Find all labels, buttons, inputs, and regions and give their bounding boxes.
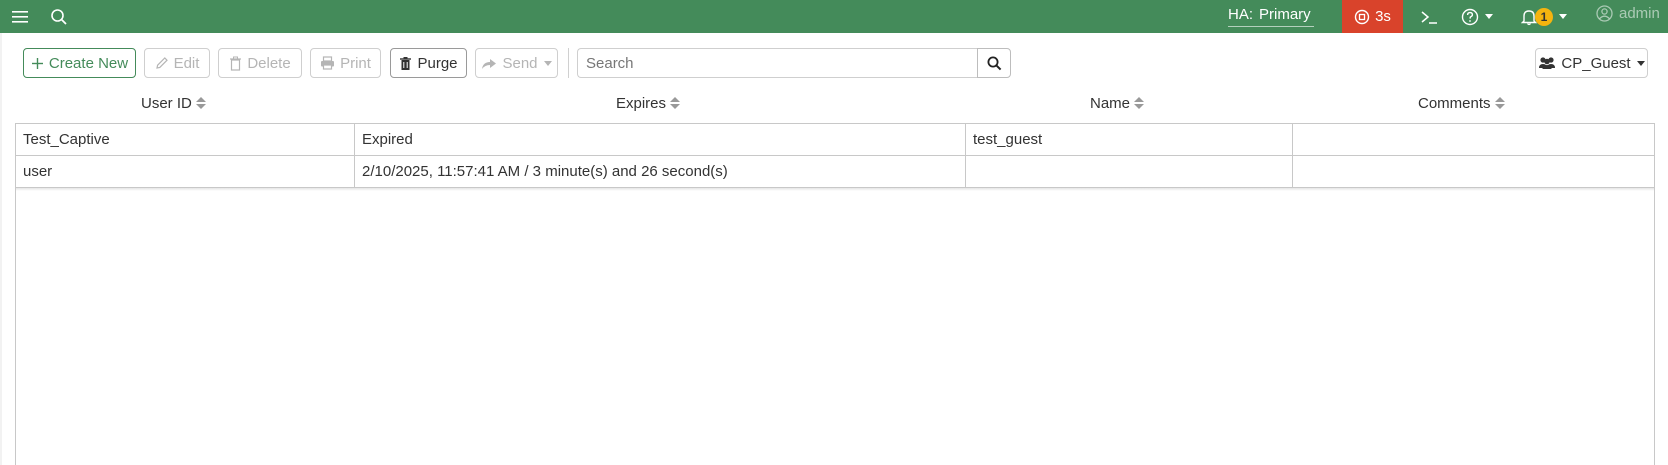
left-edge xyxy=(0,33,2,465)
notifications-menu[interactable]: 1 xyxy=(1518,0,1570,33)
table-row[interactable]: Test_Captive Expired test_guest xyxy=(16,124,1654,156)
send-dropdown-button[interactable]: Send xyxy=(475,48,558,78)
cell-comments xyxy=(1293,124,1654,155)
plus-icon xyxy=(31,57,43,69)
cell-expires: Expired xyxy=(355,124,966,155)
username: admin xyxy=(1619,4,1660,22)
chevron-down-icon xyxy=(1636,60,1645,66)
edit-label: Edit xyxy=(173,54,200,72)
column-header-comments[interactable]: Comments xyxy=(1418,92,1505,114)
column-header-label: Name xyxy=(1090,94,1131,112)
chevron-down-icon xyxy=(1485,14,1493,19)
table-bottom-shadow xyxy=(16,188,1654,191)
pencil-icon xyxy=(155,57,168,69)
send-label: Send xyxy=(502,54,538,72)
notification-count-badge: 1 xyxy=(1535,7,1553,26)
session-timer-button[interactable]: 3s xyxy=(1342,0,1403,33)
cell-expires: 2/10/2025, 11:57:41 AM / 3 minute(s) and… xyxy=(355,156,966,187)
ha-value: Primary xyxy=(1259,5,1311,23)
share-arrow-icon xyxy=(482,58,497,69)
search-icon[interactable] xyxy=(48,0,70,33)
chevron-down-icon xyxy=(1559,14,1567,19)
sort-icon xyxy=(195,97,206,109)
cell-comments xyxy=(1293,156,1654,187)
column-header-name[interactable]: Name xyxy=(1090,92,1145,114)
search-input[interactable] xyxy=(577,48,978,78)
column-header-expires[interactable]: Expires xyxy=(616,92,681,114)
help-icon xyxy=(1461,8,1479,25)
purge-button[interactable]: Purge xyxy=(390,48,467,78)
user-group-dropdown[interactable]: CP_Guest xyxy=(1535,48,1648,78)
hamburger-menu-icon[interactable] xyxy=(10,0,30,33)
column-header-label: User ID xyxy=(141,94,192,112)
printer-icon xyxy=(321,56,335,70)
delete-label: Delete xyxy=(247,54,291,72)
trash-icon xyxy=(230,56,242,71)
sort-icon xyxy=(670,97,681,109)
user-avatar-icon xyxy=(1596,4,1613,22)
search-button[interactable] xyxy=(977,48,1011,78)
column-header-label: Comments xyxy=(1418,94,1491,112)
ha-label: HA: xyxy=(1228,5,1254,23)
help-menu[interactable] xyxy=(1460,0,1494,33)
print-label: Print xyxy=(340,54,371,72)
trash-icon xyxy=(400,56,412,70)
create-new-button[interactable]: Create New xyxy=(23,48,136,78)
user-group-label: CP_Guest xyxy=(1561,54,1631,72)
ha-status[interactable]: HA: Primary xyxy=(1228,0,1311,28)
timer-icon xyxy=(1354,9,1370,24)
users-icon xyxy=(1539,57,1556,69)
table-row[interactable]: user 2/10/2025, 11:57:41 AM / 3 minute(s… xyxy=(16,156,1654,188)
column-header-label: Expires xyxy=(616,94,667,112)
cell-user-id: user xyxy=(16,156,355,187)
ha-underline xyxy=(1228,26,1314,27)
cell-user-id: Test_Captive xyxy=(16,124,355,155)
cell-name xyxy=(966,156,1293,187)
sort-icon xyxy=(1134,97,1145,109)
purge-label: Purge xyxy=(417,54,458,72)
cli-console-icon[interactable] xyxy=(1418,0,1440,33)
cell-name: test_guest xyxy=(966,124,1293,155)
create-new-label: Create New xyxy=(48,54,129,72)
user-menu[interactable]: admin xyxy=(1596,0,1660,26)
search-icon xyxy=(987,56,1001,70)
timer-value: 3s xyxy=(1375,8,1391,25)
top-navigation-bar: HA: Primary 3s 1 admin xyxy=(0,0,1668,33)
users-table: Test_Captive Expired test_guest user 2/1… xyxy=(15,123,1655,465)
chevron-down-icon xyxy=(543,60,552,66)
delete-button[interactable]: Delete xyxy=(218,48,302,78)
column-header-user-id[interactable]: User ID xyxy=(141,92,206,114)
toolbar-divider xyxy=(568,48,569,78)
print-button[interactable]: Print xyxy=(310,48,381,78)
edit-button[interactable]: Edit xyxy=(144,48,210,78)
sort-icon xyxy=(1494,97,1505,109)
